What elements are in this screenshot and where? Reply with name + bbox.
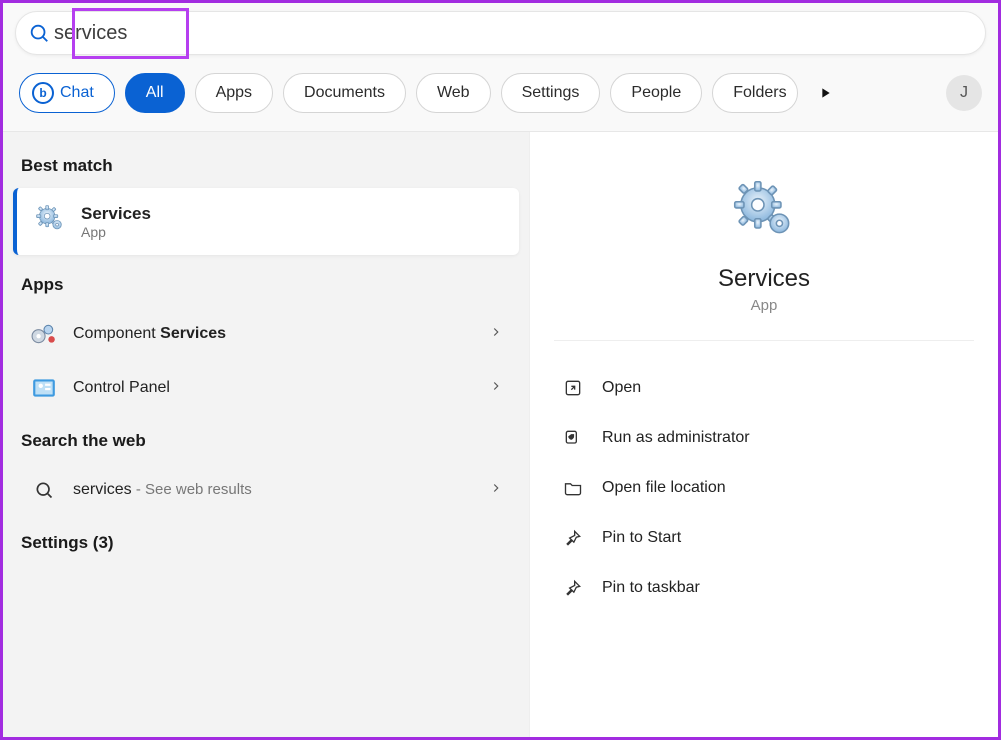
filter-all[interactable]: All — [125, 73, 185, 113]
best-match-subtitle: App — [81, 224, 151, 240]
section-apps: Apps — [13, 269, 519, 307]
search-icon — [29, 475, 59, 505]
result-web-search[interactable]: services - See web results — [13, 463, 519, 517]
chevron-right-icon — [489, 379, 503, 398]
filter-row: b Chat All Apps Documents Web Settings P… — [15, 55, 986, 131]
filter-label: Apps — [216, 84, 252, 102]
control-panel-icon — [29, 373, 59, 403]
action-label: Open — [602, 379, 641, 397]
action-label: Pin to taskbar — [602, 579, 700, 597]
action-pin-to-start[interactable]: Pin to Start — [554, 513, 974, 563]
detail-panel: Services App Open Run as administrator — [529, 132, 998, 737]
pin-icon — [562, 577, 584, 599]
filter-label: Web — [437, 84, 470, 102]
chevron-right-icon — [489, 325, 503, 344]
section-best-match: Best match — [13, 150, 519, 188]
result-label: Component Services — [73, 325, 475, 343]
filter-label: Settings — [522, 84, 580, 102]
chevron-right-icon — [489, 481, 503, 500]
filter-label: All — [146, 84, 164, 102]
filter-chat[interactable]: b Chat — [19, 73, 115, 113]
filter-people[interactable]: People — [610, 73, 702, 113]
result-app-component-services[interactable]: Component Services — [13, 307, 519, 361]
user-avatar[interactable]: J — [946, 75, 982, 111]
result-best-match[interactable]: Services App — [13, 188, 519, 255]
action-run-as-administrator[interactable]: Run as administrator — [554, 413, 974, 463]
filters-scroll-right[interactable] — [808, 76, 842, 110]
filter-settings[interactable]: Settings — [501, 73, 601, 113]
detail-title: Services — [718, 265, 810, 293]
shield-icon — [562, 427, 584, 449]
result-app-control-panel[interactable]: Control Panel — [13, 361, 519, 415]
section-settings: Settings (3) — [13, 527, 519, 565]
avatar-initial: J — [960, 84, 968, 102]
action-open[interactable]: Open — [554, 363, 974, 413]
search-bar[interactable] — [15, 11, 986, 55]
filter-folders[interactable]: Folders — [712, 73, 797, 113]
filter-documents[interactable]: Documents — [283, 73, 406, 113]
bing-icon: b — [32, 82, 54, 104]
action-pin-to-taskbar[interactable]: Pin to taskbar — [554, 563, 974, 613]
component-services-icon — [29, 319, 59, 349]
search-icon — [24, 18, 54, 48]
pin-icon — [562, 527, 584, 549]
search-input[interactable] — [54, 22, 977, 45]
action-label: Open file location — [602, 479, 726, 497]
result-label: services - See web results — [73, 481, 475, 499]
action-label: Run as administrator — [602, 429, 750, 447]
filter-label: People — [631, 84, 681, 102]
action-open-file-location[interactable]: Open file location — [554, 463, 974, 513]
folder-icon — [562, 477, 584, 499]
action-label: Pin to Start — [602, 529, 681, 547]
open-icon — [562, 377, 584, 399]
detail-subtitle: App — [751, 297, 778, 314]
filter-web[interactable]: Web — [416, 73, 491, 113]
section-search-web: Search the web — [13, 425, 519, 463]
result-label: Control Panel — [73, 379, 475, 397]
best-match-title: Services — [81, 204, 151, 224]
services-gear-icon — [33, 202, 67, 241]
filter-label: Chat — [60, 84, 94, 102]
filter-label: Documents — [304, 84, 385, 102]
results-panel: Best match — [3, 132, 529, 737]
filter-apps[interactable]: Apps — [195, 73, 273, 113]
filter-label: Folders — [733, 84, 786, 102]
services-gear-icon — [727, 174, 801, 253]
